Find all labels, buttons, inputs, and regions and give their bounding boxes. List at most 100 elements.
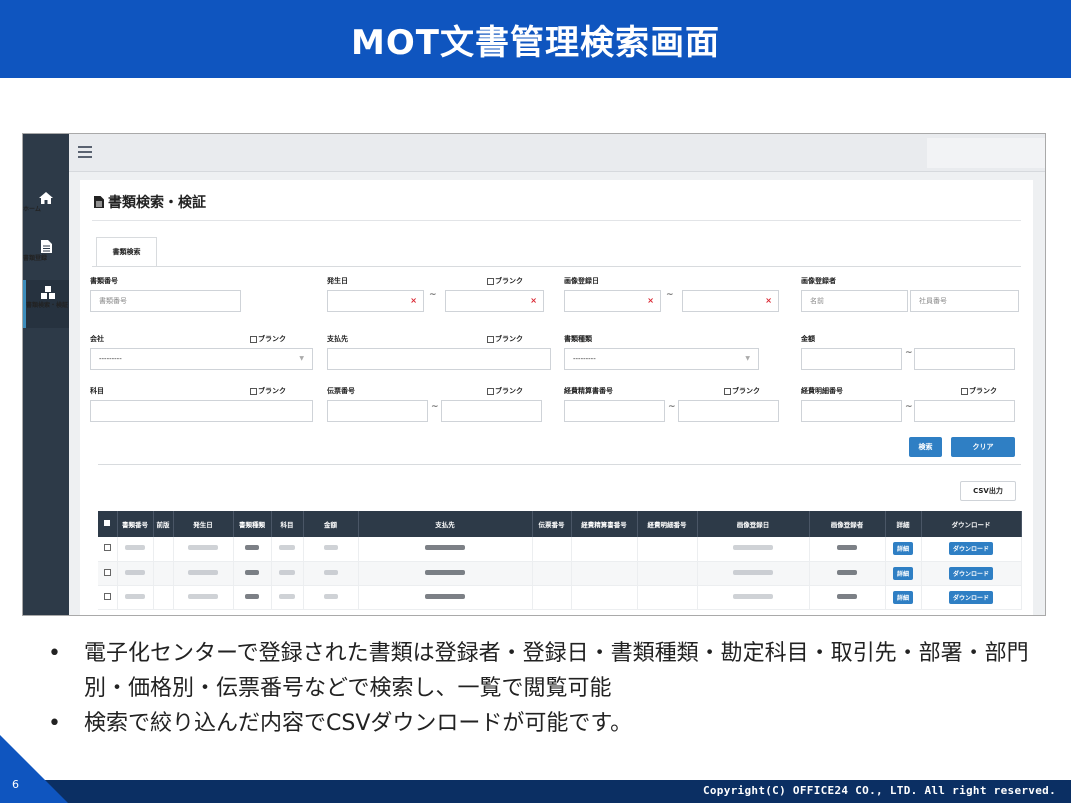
download-cell: ダウンロード [921, 537, 1022, 562]
file-icon [94, 196, 104, 208]
table-cell [358, 561, 533, 586]
column-header[interactable]: 前版 [153, 511, 174, 537]
results-table: 書類番号 前版 発生日 書類種類 科目 金額 支払先 伝票番号 経費精算書番号 … [98, 511, 1022, 610]
table-cell [271, 537, 304, 562]
detail-button[interactable]: 詳細 [892, 590, 913, 604]
table-cell [173, 585, 234, 610]
slip-number-blank-checkbox[interactable]: ブランク [487, 386, 523, 396]
expense-sheet-blank-checkbox[interactable]: ブランク [724, 386, 760, 396]
expense-sheet-from-input[interactable] [564, 400, 665, 422]
csv-export-button[interactable]: CSV出力 [960, 481, 1016, 501]
sidebar-item-label: 書類検索・検証 [26, 302, 69, 309]
column-header[interactable]: 科目 [271, 511, 304, 537]
table-row[interactable]: 詳細 ダウンロード [98, 585, 1022, 610]
copyright: Copyright(C) OFFICE24 CO., LTD. All righ… [702, 784, 1056, 797]
column-header[interactable]: 金額 [303, 511, 359, 537]
image-reg-date-from-input[interactable]: × [564, 290, 661, 312]
expense-sheet-to-input[interactable] [678, 400, 779, 422]
amount-label: 金額 [801, 335, 815, 343]
doc-type-label: 書類種類 [564, 335, 592, 343]
table-cell [809, 537, 886, 562]
row-checkbox[interactable] [98, 561, 118, 586]
column-header[interactable]: 書類番号 [117, 511, 154, 537]
search-button[interactable]: 検索 [909, 437, 942, 457]
detail-button[interactable]: 詳細 [892, 542, 913, 556]
table-row[interactable]: 詳細 ダウンロード [98, 537, 1022, 562]
sidebar-item-home[interactable]: ホーム [23, 192, 69, 213]
chevron-down-icon: ▼ [745, 355, 750, 362]
download-button[interactable]: ダウンロード [948, 590, 993, 604]
table-cell [637, 585, 698, 610]
clear-icon[interactable]: × [647, 297, 654, 305]
payee-blank-checkbox[interactable]: ブランク [487, 334, 523, 344]
sidebar-item-search[interactable]: 書類検索・検証 [23, 280, 69, 328]
column-header[interactable]: ダウンロード [921, 511, 1022, 537]
issue-date-from-input[interactable]: × [327, 290, 424, 312]
download-button[interactable]: ダウンロード [948, 542, 993, 556]
column-header[interactable]: 経費明細番号 [637, 511, 698, 537]
account-input[interactable] [90, 400, 313, 422]
download-button[interactable]: ダウンロード [948, 566, 993, 580]
expense-detail-from-input[interactable] [801, 400, 902, 422]
column-header[interactable]: 詳細 [885, 511, 922, 537]
registrant-name-input[interactable]: 名前 [801, 290, 908, 312]
clear-icon[interactable]: × [765, 297, 772, 305]
expense-detail-blank-checkbox[interactable]: ブランク [961, 386, 997, 396]
clear-icon[interactable]: × [410, 297, 417, 305]
table-cell [303, 561, 359, 586]
company-select[interactable]: --------- ▼ [90, 348, 313, 370]
column-header[interactable]: 経費精算書番号 [571, 511, 638, 537]
table-cell [173, 537, 234, 562]
column-header[interactable]: 画像登録日 [697, 511, 810, 537]
issue-date-to-input[interactable]: × [445, 290, 544, 312]
app-topbar [69, 134, 1045, 172]
sidebar-item-register[interactable]: 書類登録 [23, 240, 69, 262]
column-header[interactable]: 支払先 [358, 511, 533, 537]
column-header[interactable]: 発生日 [173, 511, 234, 537]
company-blank-checkbox[interactable]: ブランク [250, 334, 286, 344]
table-cell [271, 585, 304, 610]
select-all-checkbox[interactable] [98, 511, 118, 537]
amount-to-input[interactable] [914, 348, 1015, 370]
slip-number-from-input[interactable] [327, 400, 428, 422]
image-registrant-label: 画像登録者 [801, 277, 836, 285]
cubes-icon [40, 286, 55, 299]
table-cell [532, 585, 572, 610]
column-header[interactable]: 書類種類 [233, 511, 272, 537]
doc-number-input[interactable]: 書類番号 [90, 290, 241, 312]
row-checkbox[interactable] [98, 537, 118, 562]
slip-number-to-input[interactable] [441, 400, 542, 422]
divider [98, 464, 1021, 465]
bullet-list: • 電子化センターで登録された書類は登録者・登録日・書類種類・勘定科目・取引先・… [48, 636, 1048, 741]
table-cell [532, 561, 572, 586]
table-cell [637, 561, 698, 586]
expense-detail-to-input[interactable] [914, 400, 1015, 422]
issue-date-blank-checkbox[interactable]: ブランク [487, 276, 523, 286]
issue-date-label: 発生日 [327, 277, 348, 285]
table-cell [571, 561, 638, 586]
divider [92, 220, 1021, 221]
tab-doc-search[interactable]: 書類検索 [96, 237, 157, 267]
detail-button[interactable]: 詳細 [892, 566, 913, 580]
table-cell [233, 585, 272, 610]
account-blank-checkbox[interactable]: ブランク [250, 386, 286, 396]
row-checkbox[interactable] [98, 585, 118, 610]
column-header[interactable]: 画像登録者 [809, 511, 886, 537]
payee-input[interactable] [327, 348, 551, 370]
table-cell [571, 537, 638, 562]
menu-icon[interactable] [78, 146, 92, 158]
table-cell [233, 561, 272, 586]
clear-button[interactable]: クリア [951, 437, 1015, 457]
company-label: 会社 [90, 335, 104, 343]
range-tilde: ~ [429, 290, 437, 300]
amount-from-input[interactable] [801, 348, 902, 370]
clear-icon[interactable]: × [530, 297, 537, 305]
image-reg-date-to-input[interactable]: × [682, 290, 779, 312]
column-header[interactable]: 伝票番号 [532, 511, 572, 537]
registrant-emp-input[interactable]: 社員番号 [910, 290, 1019, 312]
doc-type-select[interactable]: --------- ▼ [564, 348, 759, 370]
table-cell [153, 537, 174, 562]
page-number: 6 [12, 778, 19, 791]
table-cell [637, 537, 698, 562]
table-row[interactable]: 詳細 ダウンロード [98, 561, 1022, 586]
